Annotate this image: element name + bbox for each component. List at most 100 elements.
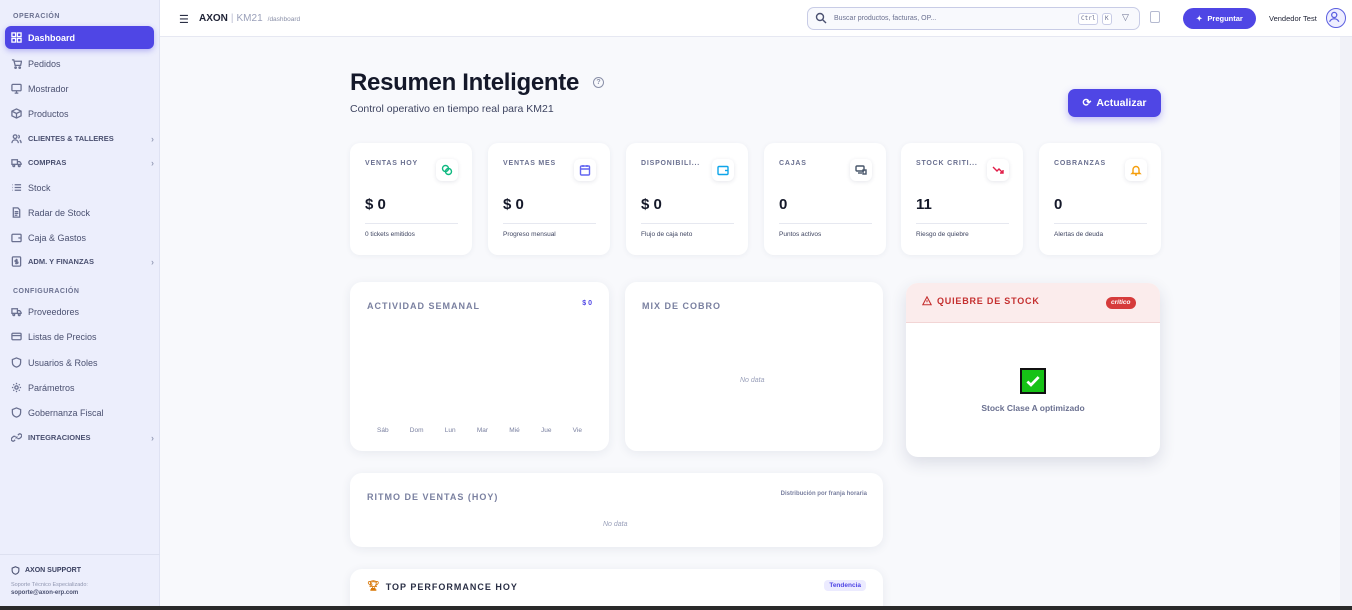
page-title: Resumen Inteligente: [350, 69, 580, 96]
trending-down-icon: [987, 159, 1009, 181]
list-icon: [11, 182, 22, 193]
sidebar-item-proveedores[interactable]: Proveedores: [5, 300, 154, 323]
kpi-card-ventas-hoy[interactable]: VENTAS HOY $ 0 0 tickets emitidos: [350, 143, 472, 255]
chevron-right-icon: ›: [151, 256, 154, 267]
kpi-footnote: Flujo de caja neto: [641, 231, 693, 238]
ask-button[interactable]: ✦ Preguntar: [1183, 8, 1256, 29]
search-input[interactable]: Buscar productos, facturas, OP... Ctrl K…: [807, 7, 1140, 30]
main-content: Resumen Inteligente ? Control operativo …: [160, 37, 1340, 610]
avatar[interactable]: [1326, 8, 1346, 28]
day-label: Dom: [409, 427, 424, 434]
kpi-card-cajas[interactable]: CAJAS 0 Puntos activos: [764, 143, 886, 255]
file-icon: [11, 207, 22, 218]
card-title: RITMO DE VENTAS (HOY): [367, 492, 499, 502]
card-title: ACTIVIDAD SEMANAL: [367, 301, 480, 311]
brand-name: AXON: [199, 13, 228, 24]
sidebar-item-label: Caja & Gastos: [28, 232, 87, 243]
sidebar-item-mostrador[interactable]: Mostrador: [5, 77, 154, 100]
breadcrumb: AXON | KM21/dashboard: [199, 13, 300, 24]
sidebar-item-label: INTEGRACIONES: [28, 433, 91, 442]
sidebar-item-stock[interactable]: Stock: [5, 176, 154, 199]
chevron-right-icon: ›: [151, 157, 154, 168]
sidebar-item-caja[interactable]: Caja & Gastos: [5, 226, 154, 249]
sidebar-item-finanzas[interactable]: ADM. Y FINANZAS ›: [5, 250, 154, 273]
gear-icon: [11, 382, 22, 393]
dashboard-icon: [11, 32, 22, 43]
section-configuracion: CONFIGURACIÓN: [13, 288, 80, 295]
kpi-label: VENTAS HOY: [365, 160, 418, 167]
weekday-axis: Sáb Dom Lun Mar Mié Jue Vie: [367, 427, 592, 434]
shield-icon: [11, 407, 22, 418]
brand-separator: |: [230, 13, 234, 24]
card-title: MIX DE COBRO: [642, 301, 722, 311]
status-badge: crítico: [1106, 297, 1136, 309]
day-label: Mié: [509, 427, 520, 434]
filter-icon[interactable]: ▽: [1122, 12, 1129, 23]
truck-icon: [11, 157, 22, 168]
kpi-value: 11: [916, 196, 932, 213]
kpi-card-disponibilidad[interactable]: DISPONIBILI... $ 0 Flujo de caja neto: [626, 143, 748, 255]
chevron-right-icon: ›: [151, 432, 154, 443]
kpi-label: VENTAS MES: [503, 160, 556, 167]
kpi-footnote: Riesgo de quiebre: [916, 231, 969, 238]
sidebar-item-label: COMPRAS: [28, 158, 67, 167]
document-icon[interactable]: [1150, 11, 1160, 23]
sidebar-item-parametros[interactable]: Parámetros: [5, 376, 154, 399]
sidebar-item-label: Proveedores: [28, 306, 80, 317]
trend-badge[interactable]: Tendencia: [824, 580, 866, 591]
empty-state: No data: [740, 377, 765, 384]
support-subtitle: Soporte Técnico Especializado:: [11, 582, 88, 588]
help-icon[interactable]: ?: [593, 77, 604, 88]
support-email[interactable]: soporte@axon-erp.com: [11, 590, 160, 596]
card-note: Distribución por franja horaria: [780, 491, 867, 497]
user-name[interactable]: Vendedor Test: [1269, 14, 1317, 23]
cart-icon: [11, 58, 22, 69]
page-subtitle: Control operativo en tiempo real para KM…: [350, 103, 554, 115]
kpi-label: STOCK CRÍTI...: [916, 160, 978, 167]
truck-icon: [11, 306, 22, 317]
kpi-label: CAJAS: [779, 160, 807, 167]
sidebar-item-pedidos[interactable]: Pedidos: [5, 52, 154, 75]
check-icon: [1020, 368, 1046, 394]
chevron-right-icon: ›: [151, 133, 154, 144]
kpi-card-ventas-mes[interactable]: VENTAS MES $ 0 Progreso mensual: [488, 143, 610, 255]
link-icon: [11, 432, 22, 443]
sidebar-item-integraciones[interactable]: INTEGRACIONES ›: [5, 426, 154, 449]
register-icon: [850, 159, 872, 181]
menu-icon[interactable]: ☰: [179, 13, 189, 26]
refresh-button[interactable]: ⟳ Actualizar: [1068, 89, 1161, 117]
sidebar-item-productos[interactable]: Productos: [5, 102, 154, 125]
kpi-card-stock-critico[interactable]: STOCK CRÍTI... 11 Riesgo de quiebre: [901, 143, 1023, 255]
sidebar-item-listas-precios[interactable]: Listas de Precios: [5, 325, 154, 348]
sidebar-item-radar[interactable]: Radar de Stock: [5, 201, 154, 224]
kpi-footnote: Puntos activos: [779, 231, 822, 238]
kpi-value: $ 0: [365, 196, 386, 213]
sidebar-item-clientes[interactable]: CLIENTES & TALLERES ›: [5, 127, 154, 150]
day-label: Mar: [476, 427, 489, 434]
shield-icon: [11, 357, 22, 368]
coins-icon: [436, 159, 458, 181]
kpi-label: COBRANZAS: [1054, 160, 1106, 167]
shortcut-ctrl: Ctrl: [1078, 13, 1099, 25]
stock-break-card: QUIEBRE DE STOCK crítico Stock Clase A o…: [906, 283, 1160, 457]
sidebar-item-label: Stock: [28, 182, 51, 193]
empty-state: No data: [603, 521, 628, 528]
sidebar-item-gobernanza[interactable]: Gobernanza Fiscal: [5, 401, 154, 424]
day-label: Sáb: [377, 427, 389, 434]
kpi-footnote: Alertas de deuda: [1054, 231, 1104, 238]
day-label: Vie: [572, 427, 582, 434]
sidebar-item-dashboard[interactable]: Dashboard: [5, 26, 154, 49]
day-label: Jue: [540, 427, 552, 434]
support-title: AXON SUPPORT: [25, 567, 82, 574]
sidebar-item-label: Mostrador: [28, 83, 69, 94]
ask-button-label: Preguntar: [1207, 14, 1243, 23]
support-panel: AXON SUPPORT Soporte Técnico Especializa…: [0, 554, 160, 610]
sidebar-item-label: ADM. Y FINANZAS: [28, 257, 94, 266]
kpi-card-cobranzas[interactable]: COBRANZAS 0 Alertas de deuda: [1039, 143, 1161, 255]
sidebar-item-compras[interactable]: COMPRAS ›: [5, 151, 154, 174]
sidebar-item-label: CLIENTES & TALLERES: [28, 134, 114, 143]
card-title: TOP PERFORMANCE HOY: [385, 581, 518, 592]
refresh-icon: ⟳: [1082, 97, 1092, 109]
monitor-icon: [11, 83, 22, 94]
sidebar-item-usuarios[interactable]: Usuarios & Roles: [5, 351, 154, 374]
